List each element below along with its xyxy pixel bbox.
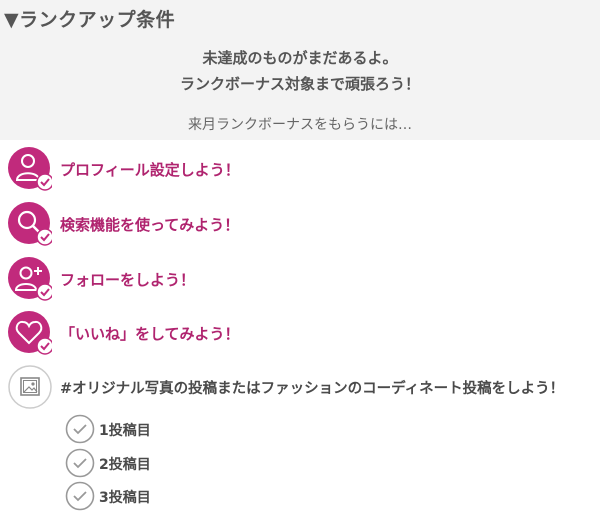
status-panel: ▼ランクアップ条件 未達成のものがまだあるよ。 ランクボーナス対象まで頑張ろう！…: [0, 0, 600, 140]
task-photo-post[interactable]: #オリジナル写真の投稿またはファッションのコーディネート投稿をしよう！: [8, 365, 600, 409]
rank-up-page: ▼ランクアップ条件 未達成のものがまだあるよ。 ランクボーナス対象まで頑張ろう！…: [0, 0, 600, 517]
task-search-label: 検索機能を使ってみよう！: [60, 216, 240, 234]
user-icon: [8, 147, 52, 191]
task-like-label: 「いいね」をしてみよう！: [60, 325, 240, 343]
task-like[interactable]: 「いいね」をしてみよう！: [8, 311, 600, 355]
check-icon: [65, 414, 95, 444]
task-search[interactable]: 検索機能を使ってみよう！: [8, 202, 600, 246]
add-user-icon: [8, 257, 52, 301]
post-step-3-label: 3投稿目: [99, 490, 151, 506]
search-icon: [8, 202, 52, 246]
status-message-line1: 未達成のものがまだあるよ。: [202, 49, 398, 67]
check-icon: [65, 448, 95, 478]
task-profile[interactable]: プロフィール設定しよう！: [8, 147, 600, 191]
post-step-2: 2投稿目: [65, 448, 365, 478]
task-profile-label: プロフィール設定しよう！: [60, 161, 240, 179]
section-title[interactable]: ▼ランクアップ条件: [4, 5, 175, 32]
check-icon: [65, 481, 95, 511]
task-follow[interactable]: フォローをしよう！: [8, 257, 600, 301]
task-photo-post-label: #オリジナル写真の投稿またはファッションのコーディネート投稿をしよう！: [60, 381, 565, 397]
post-step-1-label: 1投稿目: [99, 423, 151, 439]
post-step-1: 1投稿目: [65, 414, 365, 444]
image-icon: [8, 365, 52, 409]
task-follow-label: フォローをしよう！: [60, 271, 196, 289]
bonus-hint: 来月ランクボーナスをもらうには…: [188, 117, 412, 133]
heart-icon: [8, 311, 52, 355]
post-step-3: 3投稿目: [65, 481, 365, 511]
status-message-line2: ランクボーナス対象まで頑張ろう！: [179, 75, 420, 93]
post-step-2-label: 2投稿目: [99, 457, 151, 473]
